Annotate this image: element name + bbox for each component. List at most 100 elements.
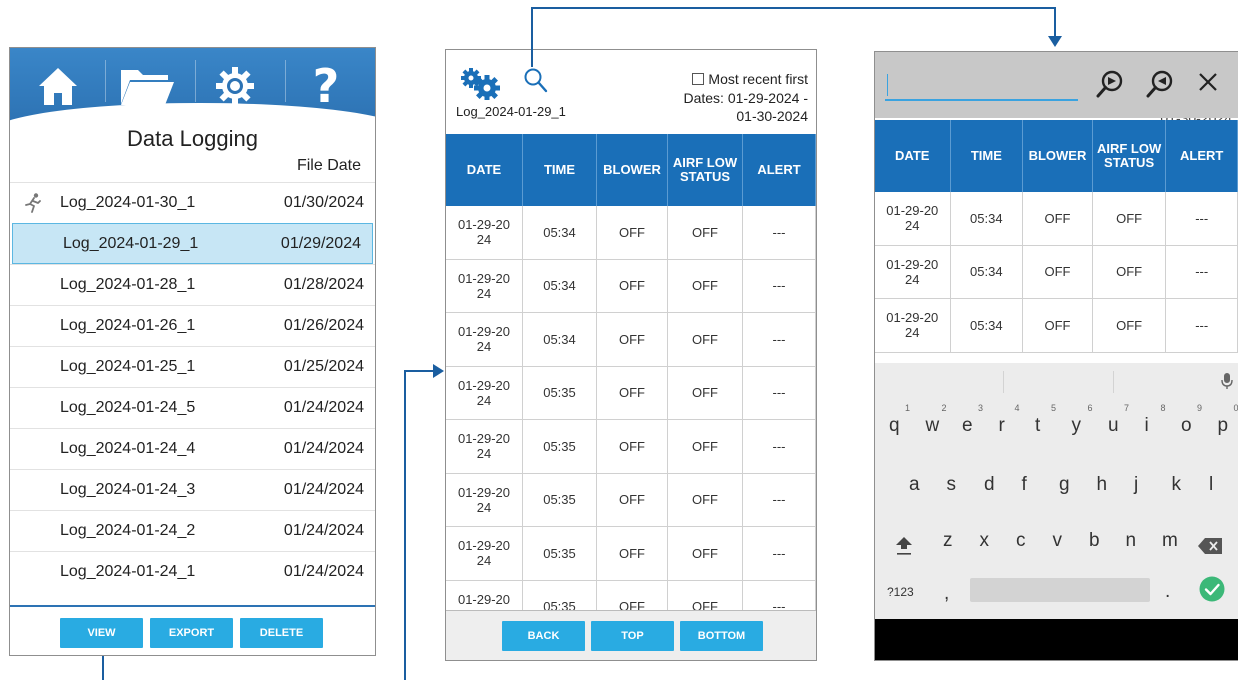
key-o[interactable]: o <box>1181 415 1192 437</box>
footer-divider <box>10 605 375 607</box>
connector-vertical-line <box>404 370 406 680</box>
file-date-column-header: File Date <box>296 157 361 174</box>
done-checkmark-icon[interactable] <box>1199 576 1225 607</box>
gear-icon[interactable] <box>206 62 264 110</box>
table-cell: 01-29-20 24 <box>446 420 523 473</box>
key-hint: 9 <box>1197 403 1203 413</box>
file-list-item[interactable]: Log_2024-01-29_1 01/29/2024 <box>12 223 373 264</box>
find-previous-icon[interactable] <box>1145 68 1177 105</box>
key-p[interactable]: p <box>1218 415 1229 437</box>
key-hint: 8 <box>1160 403 1166 413</box>
nav-separator <box>195 60 196 102</box>
key-c[interactable]: c <box>1016 530 1026 552</box>
table-header: DATE TIME BLOWER AIRF LOW STATUS ALERT <box>446 134 816 206</box>
table-row: 01-29-20 2405:35OFFOFF--- <box>446 366 816 420</box>
file-name: Log_2024-01-24_3 <box>60 481 196 498</box>
back-button[interactable]: BACK <box>502 621 585 651</box>
settings-gears-icon[interactable] <box>460 68 500 105</box>
search-input[interactable] <box>885 69 1078 101</box>
comma-key[interactable]: , <box>944 583 949 605</box>
view-button[interactable]: VIEW <box>60 618 143 648</box>
key-g[interactable]: g <box>1059 474 1070 496</box>
system-nav-bar <box>875 619 1238 660</box>
connector-horizontal-line <box>404 370 434 372</box>
key-hint: 2 <box>941 403 947 413</box>
home-icon[interactable] <box>32 62 84 110</box>
file-list-item[interactable]: Log_2024-01-28_1 01/28/2024 <box>10 264 375 305</box>
file-list-item[interactable]: Log_2024-01-24_3 01/24/2024 <box>10 469 375 510</box>
table-cell: --- <box>743 473 816 526</box>
period-key[interactable]: . <box>1165 581 1170 603</box>
file-list-item[interactable]: Log_2024-01-26_1 01/26/2024 <box>10 305 375 346</box>
file-list-item[interactable]: Log_2024-01-24_5 01/24/2024 <box>10 387 375 428</box>
microphone-icon[interactable] <box>1221 372 1233 395</box>
suggestion-separator <box>1113 371 1114 393</box>
key-d[interactable]: d <box>984 474 995 496</box>
bottom-button[interactable]: BOTTOM <box>680 621 763 651</box>
file-date: 01/24/2024 <box>283 481 364 498</box>
key-w[interactable]: w <box>926 415 940 437</box>
table-cell: 05:35 <box>523 527 597 580</box>
column-header: BLOWER <box>597 134 668 206</box>
key-i[interactable]: i <box>1145 415 1149 437</box>
key-j[interactable]: j <box>1134 474 1138 496</box>
table-row: 01-29-20 24 05:34 OFF OFF --- <box>446 259 816 313</box>
table-cell: OFF <box>597 527 668 580</box>
key-u[interactable]: u <box>1108 415 1119 437</box>
key-a[interactable]: a <box>909 474 920 496</box>
column-header: ALERT <box>743 134 816 206</box>
search-icon[interactable] <box>524 68 548 99</box>
key-l[interactable]: l <box>1209 474 1213 496</box>
file-list-item[interactable]: Log_2024-01-25_1 01/25/2024 <box>10 346 375 387</box>
dates-range-line2: 01-30-2024 <box>736 108 808 124</box>
find-next-icon[interactable] <box>1095 68 1127 105</box>
key-q[interactable]: q <box>889 415 900 437</box>
key-y[interactable]: y <box>1072 415 1082 437</box>
data-logging-panel: ? Data Logging File Date Log_2024-01-30_… <box>9 47 376 656</box>
table-row: 01-29-20 24 05:34 OFF OFF --- <box>875 245 1238 299</box>
table-cell: --- <box>743 259 816 312</box>
key-hint: 5 <box>1051 403 1057 413</box>
top-button[interactable]: TOP <box>591 621 674 651</box>
file-name: Log_2024-01-30_1 <box>60 194 196 211</box>
key-m[interactable]: m <box>1162 530 1178 552</box>
shift-icon[interactable] <box>895 535 913 562</box>
help-icon[interactable]: ? <box>296 62 356 110</box>
table-cell: OFF <box>668 206 743 259</box>
backspace-icon[interactable] <box>1198 538 1222 559</box>
key-f[interactable]: f <box>1022 474 1027 496</box>
key-n[interactable]: n <box>1126 530 1137 552</box>
space-bar[interactable] <box>970 578 1150 602</box>
running-icon <box>24 193 42 218</box>
symbols-key[interactable]: ?123 <box>887 585 914 599</box>
key-x[interactable]: x <box>980 530 990 552</box>
key-s[interactable]: s <box>947 474 957 496</box>
file-list-item[interactable]: Log_2024-01-24_4 01/24/2024 <box>10 428 375 469</box>
table-body: 01-29-20 24 05:34 OFF OFF --- 01-29-20 24 05:3… <box>875 192 1238 353</box>
close-icon[interactable] <box>1197 71 1219 98</box>
folder-icon[interactable] <box>116 62 178 110</box>
table-cell: --- <box>1166 192 1238 245</box>
key-z[interactable]: z <box>943 530 953 552</box>
table-cell: OFF <box>597 313 668 366</box>
key-e[interactable]: e <box>962 415 973 437</box>
file-date: 01/30/2024 <box>283 194 364 211</box>
key-b[interactable]: b <box>1089 530 1100 552</box>
log-table-panel: Log_2024-01-29_1 Most recent first Dates… <box>445 49 817 661</box>
key-r[interactable]: r <box>999 415 1005 437</box>
key-v[interactable]: v <box>1053 530 1063 552</box>
table-row: 01-29-20 24 05:34 OFF OFF --- <box>446 313 816 367</box>
file-list-item[interactable]: Log_2024-01-24_1 01/24/2024 <box>10 551 375 592</box>
connector-arrow-right <box>433 364 444 378</box>
file-list-item[interactable]: Log_2024-01-30_1 01/30/2024 <box>10 182 375 223</box>
export-button[interactable]: EXPORT <box>150 618 233 648</box>
table-cell: OFF <box>597 206 668 259</box>
key-k[interactable]: k <box>1172 474 1182 496</box>
delete-button[interactable]: DELETE <box>240 618 323 648</box>
key-t[interactable]: t <box>1035 415 1040 437</box>
key-hint: 7 <box>1124 403 1130 413</box>
key-h[interactable]: h <box>1097 474 1108 496</box>
file-list-item[interactable]: Log_2024-01-24_2 01/24/2024 <box>10 510 375 551</box>
checkbox-box[interactable] <box>692 73 705 85</box>
most-recent-first-checkbox[interactable]: Most recent first <box>692 71 808 87</box>
